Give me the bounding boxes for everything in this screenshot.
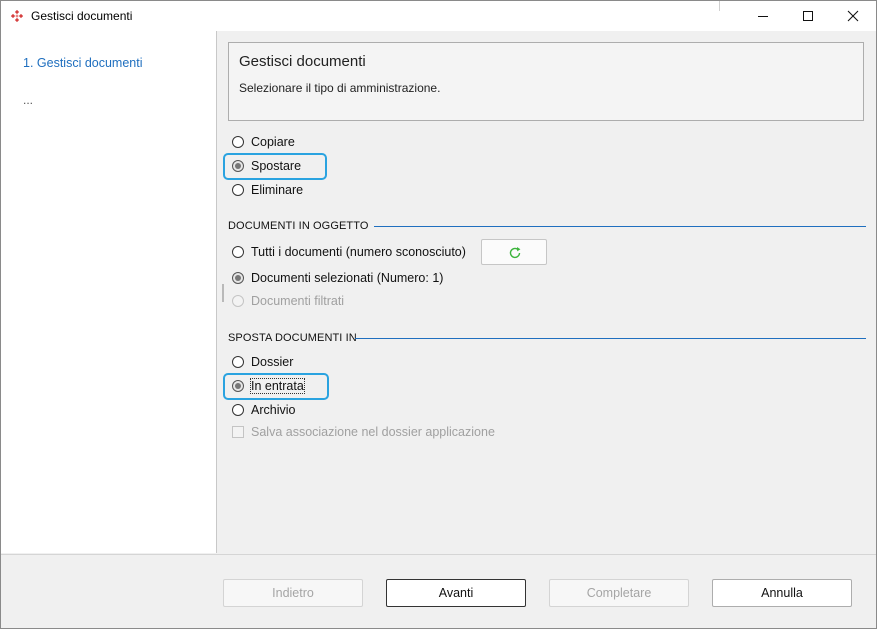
next-button[interactable]: Avanti [386, 579, 526, 607]
page-title: Gestisci documenti [239, 53, 366, 70]
checkbox-label: Salva associazione nel dossier applicazi… [251, 425, 495, 439]
radio-archivio[interactable]: Archivio [232, 401, 295, 419]
radio-label: Dossier [251, 355, 294, 369]
title-bar[interactable]: Gestisci documenti [1, 1, 876, 31]
radio-in-entrata[interactable]: In entrata [232, 377, 305, 395]
radio-button[interactable] [232, 246, 244, 258]
back-button: Indietro [223, 579, 363, 607]
radio-documenti-selezionati[interactable]: Documenti selezionati (Numero: 1) [232, 269, 443, 287]
refresh-count-button[interactable] [481, 239, 547, 265]
radio-button[interactable] [232, 356, 244, 368]
radio-eliminare[interactable]: Eliminare [232, 181, 303, 199]
wizard-content: Gestisci documenti Selezionare il tipo d… [217, 31, 876, 553]
radio-documenti-filtrati: Documenti filtrati [232, 292, 344, 310]
wizard-footer: Indietro Avanti Completare Annulla [1, 554, 876, 628]
minimize-icon [758, 16, 768, 17]
app-logo-icon [10, 9, 24, 23]
close-icon [847, 10, 859, 22]
radio-label: Documenti filtrati [251, 294, 345, 308]
radio-label: Documenti selezionati (Numero: 1) [251, 271, 444, 285]
section-divider [374, 226, 866, 227]
radio-label: Tutti i documenti (numero sconosciuto) [251, 245, 466, 259]
save-association-checkbox-row: Salva associazione nel dossier applicazi… [232, 425, 495, 439]
section-divider [355, 338, 866, 339]
section-title: SPOSTA DOCUMENTI IN [228, 332, 357, 344]
splitter-grip[interactable] [222, 284, 224, 302]
page-header: Gestisci documenti Selezionare il tipo d… [228, 42, 864, 121]
wizard-steps-sidebar: 1. Gestisci documenti ... [1, 31, 217, 553]
titlebar-divider [719, 1, 720, 11]
radio-button[interactable] [232, 136, 244, 148]
radio-tutti-documenti[interactable]: Tutti i documenti (numero sconosciuto) [232, 243, 466, 261]
dialog-window: Gestisci documenti 1. Gestisci documenti… [0, 0, 877, 629]
radio-button[interactable] [232, 160, 244, 172]
step-gestisci-documenti[interactable]: 1. Gestisci documenti [23, 56, 143, 70]
close-button[interactable] [831, 1, 875, 31]
radio-spostare[interactable]: Spostare [232, 157, 301, 175]
radio-button[interactable] [232, 380, 244, 392]
radio-button[interactable] [232, 184, 244, 196]
radio-label: Copiare [251, 135, 295, 149]
page-subtitle: Selezionare il tipo di amministrazione. [239, 81, 441, 95]
maximize-button[interactable] [786, 1, 830, 31]
step-more: ... [23, 93, 34, 107]
radio-label: Spostare [251, 159, 302, 173]
save-association-checkbox [232, 426, 244, 438]
move-section-header: SPOSTA DOCUMENTI IN [228, 332, 866, 346]
finish-button: Completare [549, 579, 689, 607]
cancel-button[interactable]: Annulla [712, 579, 852, 607]
radio-button [232, 295, 244, 307]
radio-dossier[interactable]: Dossier [232, 353, 293, 371]
maximize-icon [803, 11, 813, 21]
window-title: Gestisci documenti [31, 9, 133, 23]
radio-label: In entrata [250, 378, 305, 394]
refresh-icon [509, 247, 521, 259]
radio-label: Eliminare [251, 183, 304, 197]
radio-copiare[interactable]: Copiare [232, 133, 295, 151]
documents-section-header: DOCUMENTI IN OGGETTO [228, 220, 866, 234]
radio-label: Archivio [251, 403, 296, 417]
radio-button[interactable] [232, 272, 244, 284]
section-title: DOCUMENTI IN OGGETTO [228, 220, 369, 232]
minimize-button[interactable] [741, 1, 785, 31]
radio-button[interactable] [232, 404, 244, 416]
